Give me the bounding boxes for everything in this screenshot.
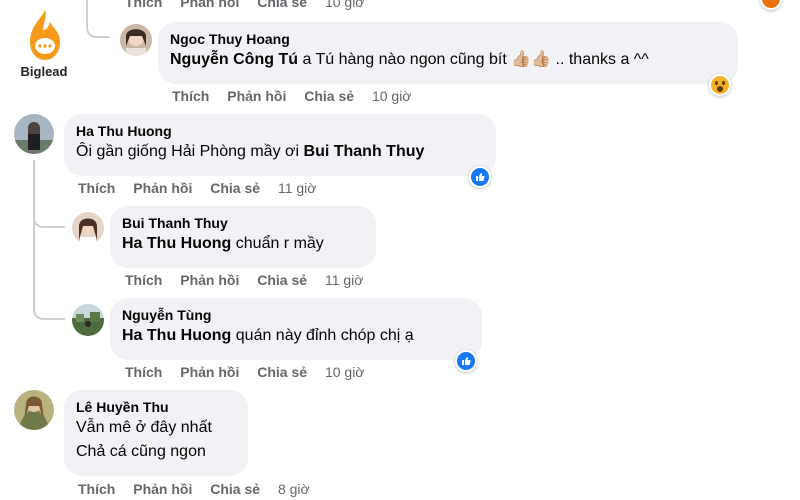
comment-time[interactable]: 10 giờ [325, 364, 365, 380]
mention-link[interactable]: Nguyễn Công Tú [170, 51, 298, 68]
comment-time[interactable]: 8 giờ [278, 481, 310, 497]
comment-bubble: Nguyễn Tùng Ha Thu Huong quán này đỉnh c… [110, 298, 482, 360]
comment-author[interactable]: Ha Thu Huong [76, 122, 484, 140]
comment-bubble: Ha Thu Huong Ôi gần giống Hải Phòng mầy … [64, 114, 496, 176]
comment-bubble: Bui Thanh Thuy Ha Thu Huong chuẩn r mầy [110, 206, 376, 268]
mention-link[interactable]: Ha Thu Huong [122, 235, 231, 252]
like-reaction-icon[interactable] [455, 350, 477, 372]
avatar[interactable] [72, 212, 104, 244]
comment-author[interactable]: Bui Thanh Thuy [122, 214, 364, 232]
angry-reaction-icon[interactable] [760, 0, 782, 10]
comment-actions: Thích Phản hồi Chia sẻ 11 giờ [78, 180, 330, 196]
comment-actions: Thích Phản hồi Chia sẻ 8 giờ [78, 481, 324, 497]
share-action[interactable]: Chia sẻ [210, 481, 260, 497]
mention-link[interactable]: Bui Thanh Thuy [304, 143, 425, 160]
comment-body: quán này đỉnh chóp chị ạ [235, 327, 414, 344]
comment-time[interactable]: 11 giờ [278, 180, 317, 196]
thread-connector [33, 228, 65, 320]
like-action[interactable]: Thích [125, 272, 162, 288]
comment-time[interactable]: 10 giờ [325, 0, 365, 10]
comment-text: Ha Thu Huong chuẩn r mầy [122, 232, 364, 256]
like-action[interactable]: Thích [125, 0, 162, 10]
thread-connector [33, 200, 65, 228]
avatar[interactable] [120, 24, 152, 56]
biglead-logo: Biglead [8, 6, 80, 80]
reply-action[interactable]: Phản hồi [133, 481, 192, 497]
reply-action[interactable]: Phản hồi [227, 88, 286, 104]
comment-author[interactable]: Lê Huyền Thu [76, 398, 236, 416]
share-action[interactable]: Chia sẻ [257, 364, 307, 380]
thumbs-up-emoji: 👍🏼👍🏼 [511, 51, 552, 68]
reply-action[interactable]: Phản hồi [180, 0, 239, 10]
comment-bubble: Lê Huyền Thu Vẫn mê ở đây nhất Chả cá cũ… [64, 390, 248, 476]
like-action[interactable]: Thích [78, 481, 115, 497]
logo-text: Biglead [20, 64, 68, 79]
like-reaction-icon[interactable] [469, 166, 491, 188]
share-action[interactable]: Chia sẻ [304, 88, 354, 104]
comment-text: Ôi gần giống Hải Phòng mầy ơi Bui Thanh … [76, 140, 484, 164]
comment-text: Ha Thu Huong quán này đỉnh chóp chị ạ [122, 324, 470, 348]
comment-body-end: .. thanks a ^^ [555, 51, 649, 68]
comment-body: Ôi gần giống Hải Phòng mầy ơi [76, 143, 300, 160]
avatar[interactable] [14, 390, 54, 430]
thread-connector [86, 0, 110, 38]
like-action[interactable]: Thích [125, 364, 162, 380]
reply-action[interactable]: Phản hồi [133, 180, 192, 196]
comment-text: Nguyễn Công Tú a Tú hàng nào ngon cũng b… [170, 48, 726, 72]
reply-action[interactable]: Phản hồi [180, 272, 239, 288]
comment-time[interactable]: 10 giờ [372, 88, 412, 104]
share-action[interactable]: Chia sẻ [257, 272, 307, 288]
comment-author[interactable]: Nguyễn Tùng [122, 306, 470, 324]
biglead-flame-icon [30, 10, 60, 60]
comment-body: a Tú hàng nào ngon cũng bít [302, 51, 507, 68]
share-action[interactable]: Chia sẻ [210, 180, 260, 196]
wow-reaction-icon[interactable] [709, 74, 731, 96]
avatar[interactable] [72, 304, 104, 336]
like-action[interactable]: Thích [172, 88, 209, 104]
like-action[interactable]: Thích [78, 180, 115, 196]
comment-time[interactable]: 11 giờ [325, 272, 364, 288]
comment-text-line: Chả cá cũng ngon [76, 443, 206, 460]
avatar[interactable] [14, 114, 54, 154]
comment-author[interactable]: Ngoc Thuy Hoang [170, 30, 726, 48]
mention-link[interactable]: Ha Thu Huong [122, 327, 231, 344]
comment-body: chuẩn r mầy [235, 235, 324, 252]
comment-actions: Thích Phản hồi Chia sẻ 10 giờ [172, 88, 426, 104]
comment-actions-partial: Thích Phản hồi Chia sẻ 10 giờ [125, 0, 379, 10]
comment-bubble: Ngoc Thuy Hoang Nguyễn Công Tú a Tú hàng… [158, 22, 738, 84]
comment-actions: Thích Phản hồi Chia sẻ 11 giờ [125, 272, 377, 288]
comment-text-line: Vẫn mê ở đây nhất [76, 419, 212, 436]
comment-actions: Thích Phản hồi Chia sẻ 10 giờ [125, 364, 379, 380]
share-action[interactable]: Chia sẻ [257, 0, 307, 10]
reply-action[interactable]: Phản hồi [180, 364, 239, 380]
